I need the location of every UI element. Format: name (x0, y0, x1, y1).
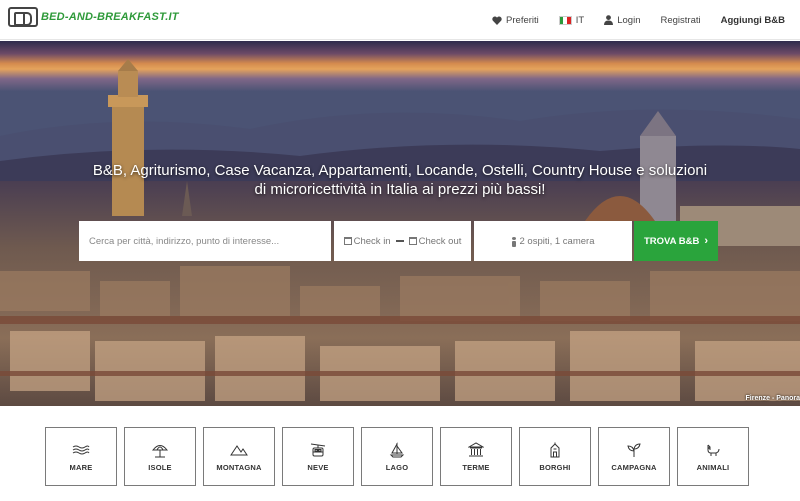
category-isole[interactable]: ISOLE (124, 427, 196, 486)
sprout-icon (626, 442, 642, 458)
chevron-right-icon: › (704, 235, 709, 247)
cable-car-icon (310, 442, 326, 458)
mountain-icon (230, 442, 248, 458)
guests-label: 2 ospiti, 1 camera (519, 235, 595, 247)
pet-icon (705, 442, 721, 458)
category-label: MONTAGNA (216, 462, 262, 472)
site-logo[interactable]: BED-AND-BREAKFAST.IT (8, 7, 179, 27)
village-icon (547, 442, 563, 458)
dates-field[interactable]: Check in Check out (334, 221, 471, 261)
category-label: BORGHI (539, 462, 571, 472)
login-label: Login (617, 14, 641, 26)
find-bnb-label: TROVA B&B (643, 235, 700, 247)
category-borghi[interactable]: BORGHI (519, 427, 591, 486)
category-montagna[interactable]: MONTAGNA (203, 427, 275, 486)
favorites-link[interactable]: Preferiti (492, 15, 539, 26)
register-label: Registrati (660, 14, 701, 26)
destination-input[interactable] (89, 235, 324, 247)
hero-title: B&B, Agriturismo, Case Vacanza, Appartam… (92, 162, 708, 198)
hero-banner: B&B, Agriturismo, Case Vacanza, Appartam… (0, 41, 800, 406)
logo-mark-icon (8, 7, 38, 27)
category-neve[interactable]: NEVE (282, 427, 354, 486)
top-nav: Preferiti IT Login Registrati Aggiungi B… (472, 0, 785, 40)
search-bar: Check in Check out 2 ospiti, 1 camera TR… (79, 221, 718, 261)
add-bnb-link[interactable]: Aggiungi B&B (721, 15, 785, 26)
category-label: CAMPAGNA (611, 462, 657, 472)
category-label: TERME (462, 462, 490, 472)
category-campagna[interactable]: CAMPAGNA (598, 427, 670, 486)
login-link[interactable]: Login (604, 15, 640, 26)
find-bnb-button[interactable]: TROVA B&B › (634, 221, 718, 261)
category-terme[interactable]: TERME (440, 427, 512, 486)
destination-field[interactable] (79, 221, 331, 261)
category-label: MARE (69, 462, 93, 472)
temple-icon (468, 441, 484, 458)
category-list: MARE ISOLE MONTAGNA NEVE LAGO TERME BORG… (45, 427, 756, 486)
date-separator (395, 240, 404, 242)
category-label: ISOLE (148, 462, 172, 472)
category-animali[interactable]: ANIMALI (677, 427, 749, 486)
calendar-icon (343, 237, 352, 245)
italy-flag-icon (558, 15, 572, 25)
favorites-label: Preferiti (506, 14, 539, 26)
logo-text: BED-AND-BREAKFAST.IT (41, 11, 179, 23)
calendar-icon (408, 237, 417, 245)
sailboat-icon (389, 441, 405, 458)
person-icon (511, 236, 516, 247)
guests-field[interactable]: 2 ospiti, 1 camera (474, 221, 632, 261)
language-selector[interactable]: IT (558, 14, 585, 26)
photo-caption: Firenze - Panora (745, 395, 800, 402)
category-label: LAGO (385, 462, 409, 472)
category-lago[interactable]: LAGO (361, 427, 433, 486)
category-label: ANIMALI (696, 462, 730, 472)
checkout-label: Check out (418, 235, 462, 247)
checkin-label: Check in (353, 235, 391, 247)
category-label: NEVE (307, 462, 329, 472)
register-link[interactable]: Registrati (660, 15, 700, 26)
user-icon (604, 15, 614, 25)
category-mare[interactable]: MARE (45, 427, 117, 486)
beach-umbrella-icon (152, 442, 168, 458)
add-bnb-label: Aggiungi B&B (720, 14, 785, 26)
waves-icon (72, 442, 90, 458)
heart-icon (492, 16, 502, 25)
language-label: IT (575, 14, 585, 26)
site-header: BED-AND-BREAKFAST.IT Preferiti IT Login … (0, 0, 800, 40)
